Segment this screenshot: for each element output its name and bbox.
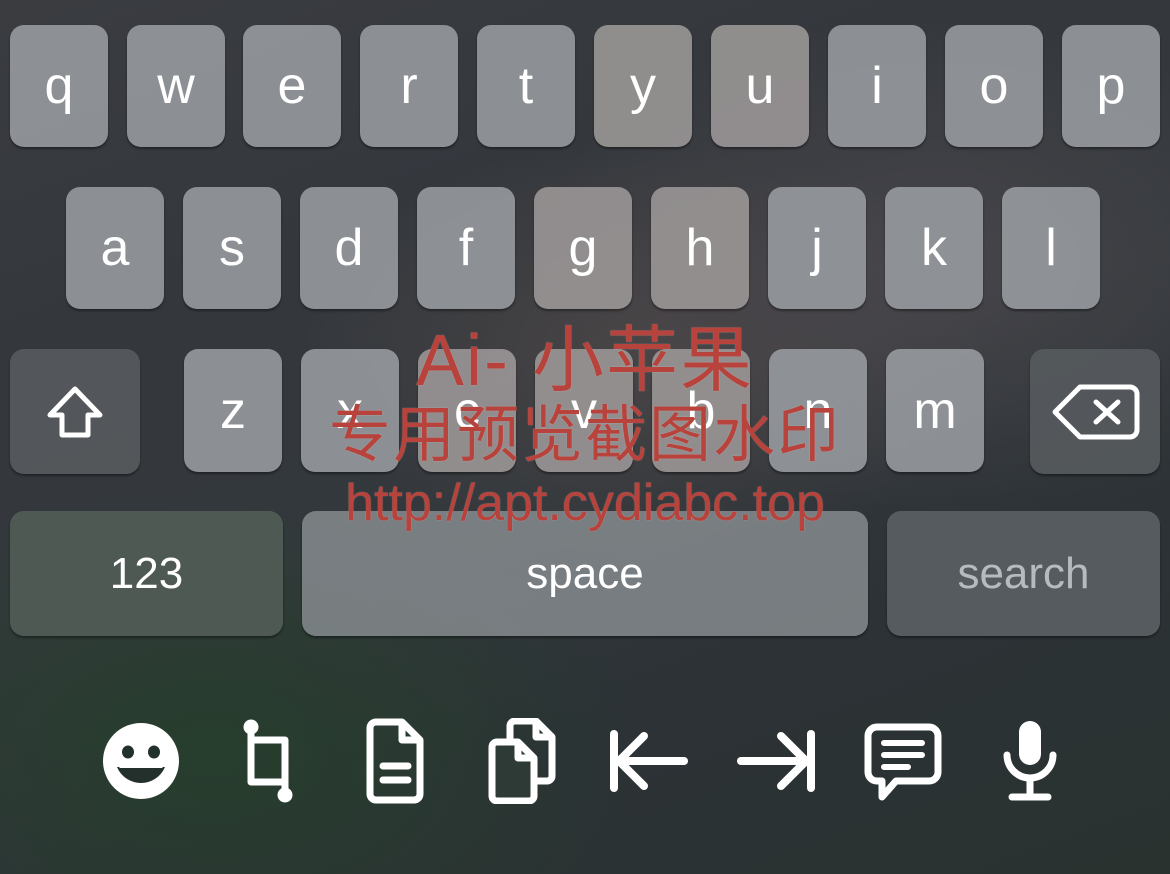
keyboard-accessory-toolbar [0, 648, 1170, 874]
key-d[interactable]: d [300, 187, 398, 309]
key-g[interactable]: g [534, 187, 632, 309]
key-n[interactable]: n [769, 349, 867, 472]
key-i[interactable]: i [828, 25, 926, 147]
key-h[interactable]: h [651, 187, 749, 309]
move-to-line-start-button[interactable] [585, 706, 712, 816]
key-label: search [957, 548, 1090, 598]
key-search[interactable]: search [887, 511, 1160, 636]
key-label: q [44, 57, 74, 115]
key-c[interactable]: c [418, 349, 516, 472]
key-label: b [686, 381, 716, 440]
key-s[interactable]: s [183, 187, 281, 309]
key-e[interactable]: e [243, 25, 341, 147]
key-u[interactable]: u [711, 25, 809, 147]
copy-documents-icon [484, 718, 560, 804]
document-paste-icon [362, 718, 428, 804]
key-label: 123 [109, 548, 184, 598]
arrow-to-line-start-icon [606, 724, 692, 798]
key-label: n [803, 381, 833, 440]
key-j[interactable]: j [768, 187, 866, 309]
paste-button[interactable] [331, 706, 458, 816]
key-label: s [219, 219, 245, 277]
key-label: d [334, 219, 364, 277]
key-label: a [100, 219, 130, 277]
key-label: space [526, 548, 644, 598]
key-v[interactable]: v [535, 349, 633, 472]
key-label: c [454, 381, 480, 440]
arrow-to-line-end-icon [733, 724, 819, 798]
key-label: w [157, 57, 195, 115]
delete-icon [1050, 381, 1140, 443]
on-screen-keyboard: q w e r t y u i o p a s d f g h j k l z … [0, 0, 1170, 648]
key-numbers[interactable]: 123 [10, 511, 283, 636]
copy-button[interactable] [458, 706, 585, 816]
message-bubble-icon [862, 721, 944, 801]
crop-selection-icon [228, 718, 308, 804]
key-f[interactable]: f [417, 187, 515, 309]
key-label: z [220, 381, 246, 440]
select-text-button[interactable] [204, 706, 331, 816]
key-w[interactable]: w [127, 25, 225, 147]
key-label: g [568, 219, 598, 277]
shift-icon [42, 379, 108, 445]
key-label: l [1045, 219, 1057, 277]
microphone-icon [998, 717, 1062, 805]
key-label: r [400, 57, 418, 115]
key-z[interactable]: z [184, 349, 282, 472]
key-label: v [571, 381, 597, 440]
key-o[interactable]: o [945, 25, 1043, 147]
key-label: m [913, 381, 957, 440]
keyboard-screen: q w e r t y u i o p a s d f g h j k l z … [0, 0, 1170, 874]
key-label: h [685, 219, 715, 277]
key-r[interactable]: r [360, 25, 458, 147]
key-l[interactable]: l [1002, 187, 1100, 309]
key-label: u [745, 57, 775, 115]
key-label: o [979, 57, 1009, 115]
key-label: y [630, 57, 656, 115]
key-k[interactable]: k [885, 187, 983, 309]
key-p[interactable]: p [1062, 25, 1160, 147]
messages-button[interactable] [839, 706, 966, 816]
key-label: e [277, 57, 307, 115]
key-q[interactable]: q [10, 25, 108, 147]
key-t[interactable]: t [477, 25, 575, 147]
key-space[interactable]: space [302, 511, 868, 636]
key-shift[interactable] [10, 349, 140, 474]
key-label: p [1096, 57, 1126, 115]
key-label: j [811, 219, 823, 277]
key-x[interactable]: x [301, 349, 399, 472]
emoji-icon [99, 719, 183, 803]
key-m[interactable]: m [886, 349, 984, 472]
key-y[interactable]: y [594, 25, 692, 147]
key-label: x [337, 381, 363, 440]
key-b[interactable]: b [652, 349, 750, 472]
key-label: t [518, 57, 534, 115]
key-label: i [871, 57, 883, 115]
dictation-button[interactable] [966, 706, 1093, 816]
emoji-button[interactable] [77, 706, 204, 816]
key-label: f [458, 219, 474, 277]
key-a[interactable]: a [66, 187, 164, 309]
key-label: k [921, 219, 947, 277]
move-to-line-end-button[interactable] [712, 706, 839, 816]
key-delete[interactable] [1030, 349, 1160, 474]
